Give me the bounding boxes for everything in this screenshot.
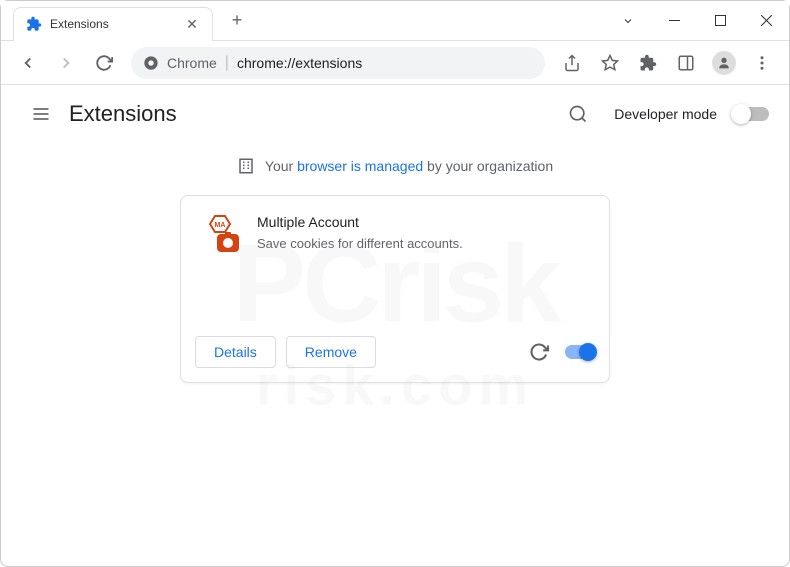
browser-tab[interactable]: Extensions ✕	[13, 7, 213, 41]
managed-prefix: Your	[265, 158, 297, 174]
menu-dots-icon[interactable]	[745, 46, 779, 80]
navigation-toolbar: Chrome | chrome://extensions	[1, 41, 789, 85]
forward-button[interactable]	[49, 46, 83, 80]
building-icon	[237, 157, 255, 175]
close-button[interactable]	[743, 6, 789, 36]
profile-avatar[interactable]	[707, 46, 741, 80]
puzzle-icon	[26, 16, 42, 32]
window-controls	[605, 6, 789, 36]
managed-text: Your browser is managed by your organiza…	[265, 158, 553, 174]
reload-button[interactable]	[87, 46, 121, 80]
extension-card: MA Multiple Account Save cookies for dif…	[180, 195, 610, 383]
developer-mode-toggle[interactable]	[733, 107, 769, 121]
svg-text:MA: MA	[215, 222, 226, 229]
close-tab-icon[interactable]: ✕	[184, 16, 200, 32]
back-button[interactable]	[11, 46, 45, 80]
side-panel-icon[interactable]	[669, 46, 703, 80]
managed-browser-banner: Your browser is managed by your organiza…	[1, 143, 789, 195]
hamburger-menu-icon[interactable]	[21, 94, 61, 134]
extension-icon: MA	[199, 214, 239, 254]
reload-extension-icon[interactable]	[529, 342, 549, 362]
title-bar: Extensions ✕ +	[1, 1, 789, 41]
maximize-button[interactable]	[697, 6, 743, 36]
chevron-down-icon[interactable]	[605, 6, 651, 36]
content-header: Extensions Developer mode	[1, 85, 789, 143]
url-path: chrome://extensions	[237, 55, 362, 71]
extensions-icon[interactable]	[631, 46, 665, 80]
url-separator: |	[225, 54, 229, 72]
minimize-button[interactable]	[651, 6, 697, 36]
extension-name: Multiple Account	[257, 214, 463, 230]
managed-link[interactable]: browser is managed	[297, 158, 423, 174]
extension-description: Save cookies for different accounts.	[257, 236, 463, 251]
address-bar[interactable]: Chrome | chrome://extensions	[131, 47, 545, 79]
remove-button[interactable]: Remove	[286, 336, 376, 368]
share-icon[interactable]	[555, 46, 589, 80]
new-tab-button[interactable]: +	[223, 7, 251, 35]
page-title: Extensions	[69, 101, 177, 127]
tab-title: Extensions	[50, 17, 176, 31]
url-scheme-label: Chrome	[167, 55, 217, 71]
bookmark-star-icon[interactable]	[593, 46, 627, 80]
search-icon[interactable]	[558, 94, 598, 134]
managed-suffix: by your organization	[423, 158, 553, 174]
details-button[interactable]: Details	[195, 336, 276, 368]
page-content: Extensions Developer mode Your browser i…	[1, 85, 789, 383]
developer-mode-label: Developer mode	[614, 106, 717, 122]
extension-enable-toggle[interactable]	[565, 345, 595, 359]
chrome-icon	[143, 55, 159, 71]
